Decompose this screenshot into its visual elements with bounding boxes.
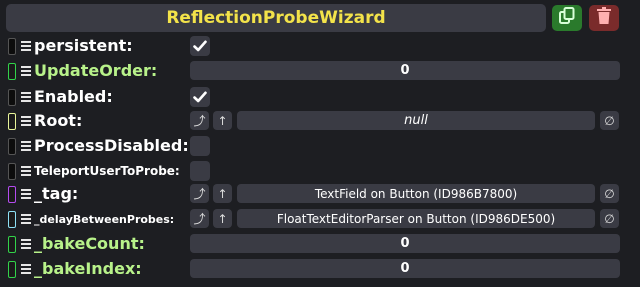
field-row: TeleportUserToProbe:	[0, 159, 640, 183]
checkbox[interactable]	[190, 136, 210, 156]
checkbox[interactable]	[190, 161, 210, 181]
number-field[interactable]: 0	[190, 234, 620, 253]
field-type-tag	[8, 63, 16, 80]
clear-reference-icon[interactable]: ∅	[600, 209, 619, 228]
field-row: persistent:	[0, 34, 640, 58]
field-label: TeleportUserToProbe:	[34, 164, 180, 178]
number-field[interactable]: 0	[190, 259, 620, 278]
clear-reference-icon[interactable]: ∅	[600, 111, 619, 130]
field-label: _bakeIndex:	[34, 259, 142, 278]
field-label: ProcessDisabled:	[34, 136, 189, 155]
drag-handle-icon[interactable]	[20, 261, 31, 277]
field-row: _bakeCount: 0	[0, 232, 640, 256]
open-up-button[interactable]: ↑	[213, 111, 232, 130]
field-row: _delayBetweenProbes: ⤴ ↑ FloatTextEditorPar…	[0, 207, 640, 231]
field-type-tag	[8, 261, 16, 278]
drag-handle-icon[interactable]	[20, 186, 31, 202]
reference-field[interactable]: FloatTextEditorParser on Button (ID986DE…	[237, 209, 595, 228]
field-row: Enabled:	[0, 85, 640, 109]
jump-to-reference-button[interactable]: ⤴	[190, 184, 209, 203]
delete-button[interactable]	[589, 5, 619, 31]
drag-handle-icon[interactable]	[20, 236, 31, 252]
open-up-button[interactable]: ↑	[213, 184, 232, 203]
field-type-tag	[8, 38, 16, 55]
clear-reference-icon[interactable]: ∅	[600, 184, 619, 203]
field-label: Root:	[34, 111, 83, 130]
component-title: ReflectionProbeWizard	[166, 8, 386, 28]
copy-button[interactable]	[552, 5, 582, 31]
field-row: _bakeIndex: 0	[0, 257, 640, 281]
checkbox[interactable]	[190, 87, 210, 107]
drag-handle-icon[interactable]	[20, 138, 31, 154]
checkmark-icon	[193, 88, 207, 107]
drag-handle-icon[interactable]	[20, 63, 31, 79]
drag-handle-icon[interactable]	[20, 38, 31, 54]
field-type-tag	[8, 138, 16, 155]
trash-icon	[596, 7, 612, 29]
checkmark-icon	[193, 37, 207, 56]
field-type-tag	[8, 89, 16, 106]
field-type-tag	[8, 113, 16, 130]
field-type-tag	[8, 186, 16, 203]
field-row: UpdateOrder: 0	[0, 59, 640, 83]
inspector-panel: ReflectionProbeWizard persistent: UpdateO…	[0, 0, 640, 287]
component-header: ReflectionProbeWizard	[6, 4, 546, 32]
checkbox[interactable]	[190, 36, 210, 56]
copy-icon	[559, 7, 575, 29]
field-type-tag	[8, 163, 16, 180]
field-row: _tag: ⤴ ↑ TextField on Button (ID986B7800) ∅	[0, 182, 640, 206]
field-type-tag	[8, 211, 16, 228]
jump-to-reference-button[interactable]: ⤴	[190, 209, 209, 228]
field-row: ProcessDisabled:	[0, 134, 640, 158]
field-type-tag	[8, 236, 16, 253]
drag-handle-icon[interactable]	[20, 211, 31, 227]
field-label: _bakeCount:	[34, 234, 145, 253]
field-label: _delayBetweenProbes:	[34, 213, 175, 226]
reference-field[interactable]: TextField on Button (ID986B7800)	[237, 184, 595, 203]
field-label: Enabled:	[34, 87, 113, 106]
field-label: UpdateOrder:	[34, 61, 158, 80]
number-field[interactable]: 0	[190, 61, 620, 80]
field-label: _tag:	[34, 184, 79, 203]
field-row: Root: ⤴ ↑ null ∅	[0, 109, 640, 133]
jump-to-reference-button[interactable]: ⤴	[190, 111, 209, 130]
drag-handle-icon[interactable]	[20, 113, 31, 129]
open-up-button[interactable]: ↑	[213, 209, 232, 228]
drag-handle-icon[interactable]	[20, 163, 31, 179]
field-label: persistent:	[34, 36, 133, 55]
reference-field[interactable]: null	[237, 111, 595, 130]
drag-handle-icon[interactable]	[20, 89, 31, 105]
